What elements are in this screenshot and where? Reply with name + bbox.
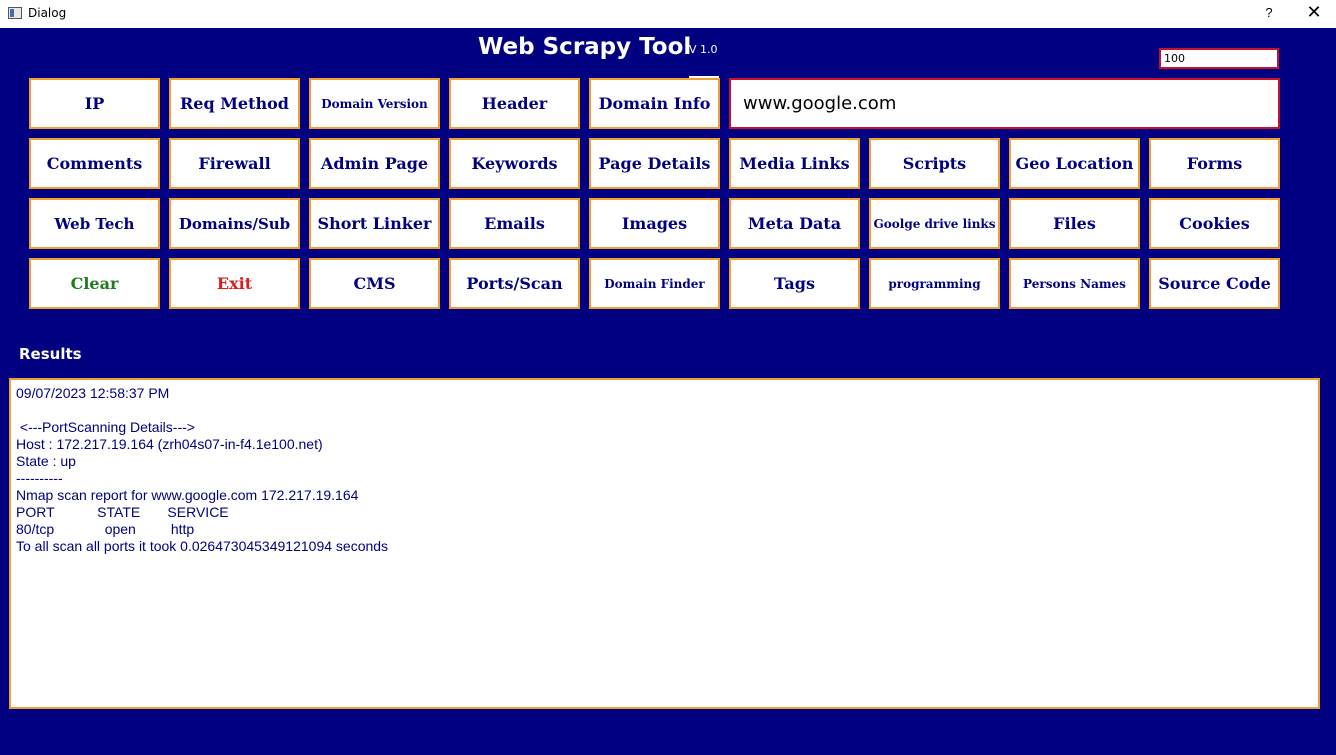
cookies-button[interactable]: Cookies bbox=[1149, 198, 1280, 249]
web-tech-button[interactable]: Web Tech bbox=[29, 198, 160, 249]
scripts-button[interactable]: Scripts bbox=[869, 138, 1000, 189]
programming-button[interactable]: programming bbox=[869, 258, 1000, 309]
results-line: ---------- bbox=[16, 470, 63, 486]
forms-button[interactable]: Forms bbox=[1149, 138, 1280, 189]
domain-version-button[interactable]: Domain Version bbox=[309, 78, 440, 129]
geo-location-button[interactable]: Geo Location bbox=[1009, 138, 1140, 189]
app-title: Web Scrapy Tool bbox=[478, 34, 692, 60]
tags-button[interactable]: Tags bbox=[729, 258, 860, 309]
ip-button[interactable]: IP bbox=[29, 78, 160, 129]
results-line: State : up bbox=[16, 453, 76, 469]
emails-button[interactable]: Emails bbox=[449, 198, 580, 249]
admin-page-button[interactable]: Admin Page bbox=[309, 138, 440, 189]
source-code-button[interactable]: Source Code bbox=[1149, 258, 1280, 309]
page-details-button[interactable]: Page Details bbox=[589, 138, 720, 189]
short-linker-button[interactable]: Short Linker bbox=[309, 198, 440, 249]
files-button[interactable]: Files bbox=[1009, 198, 1140, 249]
cms-button[interactable]: CMS bbox=[309, 258, 440, 309]
results-textarea[interactable]: 09/07/2023 12:58:37 PM <---PortScanning … bbox=[9, 378, 1320, 709]
results-label: Results bbox=[19, 345, 82, 363]
domain-finder-button[interactable]: Domain Finder bbox=[589, 258, 720, 309]
images-button[interactable]: Images bbox=[589, 198, 720, 249]
results-line: Nmap scan report for www.google.com 172.… bbox=[16, 487, 359, 503]
header-button[interactable]: Header bbox=[449, 78, 580, 129]
window-app-icon bbox=[8, 7, 22, 19]
comments-button[interactable]: Comments bbox=[29, 138, 160, 189]
close-icon[interactable]: ✕ bbox=[1300, 0, 1328, 26]
result-count-input[interactable]: 100 bbox=[1159, 48, 1279, 69]
window-title: Dialog bbox=[28, 6, 67, 20]
exit-button[interactable]: Exit bbox=[169, 258, 300, 309]
firewall-button[interactable]: Firewall bbox=[169, 138, 300, 189]
req-method-button[interactable]: Req Method bbox=[169, 78, 300, 129]
google-drive-links-button[interactable]: Goolge drive links bbox=[869, 198, 1000, 249]
results-line: <---PortScanning Details---> bbox=[16, 419, 195, 435]
media-links-button[interactable]: Media Links bbox=[729, 138, 860, 189]
keywords-button[interactable]: Keywords bbox=[449, 138, 580, 189]
clear-button[interactable]: Clear bbox=[29, 258, 160, 309]
url-input[interactable]: www.google.com bbox=[729, 78, 1280, 129]
window-titlebar: Dialog ? ✕ bbox=[0, 0, 1336, 28]
results-line: PORT STATE SERVICE bbox=[16, 504, 229, 520]
domains-sub-button[interactable]: Domains/Sub bbox=[169, 198, 300, 249]
results-line: 80/tcp open http bbox=[16, 521, 195, 537]
app-version: V 1.0 bbox=[689, 43, 718, 56]
help-button[interactable]: ? bbox=[1256, 0, 1282, 26]
results-line: To all scan all ports it took 0.02647304… bbox=[16, 538, 389, 554]
ports-scan-button[interactable]: Ports/Scan bbox=[449, 258, 580, 309]
results-line bbox=[16, 402, 1313, 419]
persons-names-button[interactable]: Persons Names bbox=[1009, 258, 1140, 309]
meta-data-button[interactable]: Meta Data bbox=[729, 198, 860, 249]
results-line: 09/07/2023 12:58:37 PM bbox=[16, 385, 170, 401]
results-line: Host : 172.217.19.164 (zrh04s07-in-f4.1e… bbox=[16, 436, 323, 452]
domain-info-button[interactable]: Domain Info bbox=[589, 78, 720, 129]
